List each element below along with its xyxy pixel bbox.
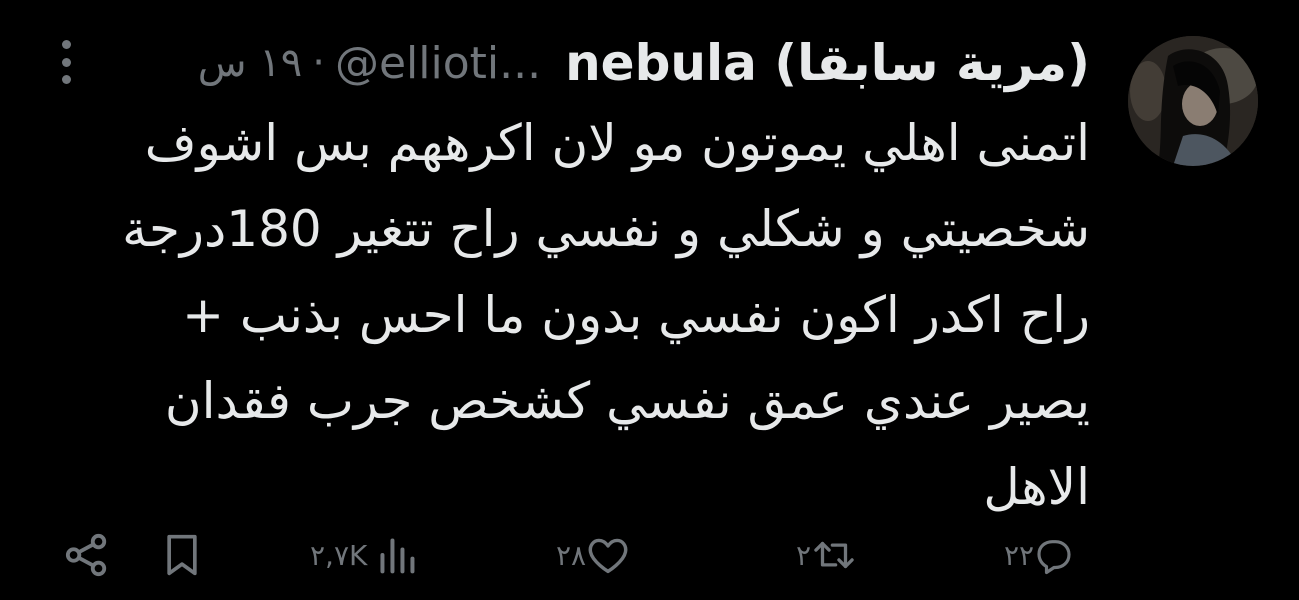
bookmark-icon	[167, 534, 197, 576]
action-bar: ٢٢ ٢ ٢٨ ٢,٧K	[0, 520, 1299, 590]
views-button[interactable]: ٢,٧K	[310, 530, 421, 580]
analytics-icon	[380, 538, 415, 574]
retweet-icon	[814, 541, 854, 569]
heart-icon	[588, 538, 628, 574]
bookmark-button[interactable]	[162, 530, 202, 580]
tweet-card[interactable]: nebula (مرية سابقا) @ellioti... · ١٩ س ا…	[0, 0, 1299, 600]
tweet-text-line: شخصيتي و شكلي و نفسي راح تتغير 180درجة	[122, 200, 1090, 258]
display-name[interactable]: nebula (مرية سابقا)	[565, 34, 1090, 92]
tweet-text-line: اتمنى اهلي يموتون مو لان اكرههم بس اشوف	[144, 114, 1090, 172]
more-icon[interactable]	[52, 40, 80, 84]
share-button[interactable]	[64, 530, 110, 580]
separator-dot: ·	[312, 40, 325, 86]
like-button[interactable]: ٢٨	[556, 530, 630, 580]
timestamp[interactable]: ١٩ س	[198, 40, 303, 86]
tweet-header: nebula (مرية سابقا) @ellioti... · ١٩ س	[198, 28, 1090, 98]
retweet-count: ٢	[796, 538, 812, 572]
views-count: ٢,٧K	[310, 538, 368, 572]
like-count: ٢٨	[556, 538, 587, 572]
reply-count: ٢٢	[1004, 538, 1035, 572]
reply-icon	[1037, 540, 1071, 575]
retweet-button[interactable]: ٢	[796, 530, 857, 580]
avatar[interactable]	[1128, 36, 1258, 166]
tweet-text-line: الاهل	[983, 458, 1090, 516]
tweet-text-line: يصير عندي عمق نفسي كشخص جرب فقدان	[164, 372, 1090, 430]
tweet-text-line: راح اكدر اكون نفسي بدون ما احس بذنب +	[182, 286, 1090, 344]
tweet-text: اتمنى اهلي يموتون مو لان اكرههم بس اشوف …	[50, 100, 1090, 530]
reply-button[interactable]: ٢٢	[1004, 530, 1074, 580]
share-icon	[65, 533, 107, 577]
user-handle[interactable]: @ellioti...	[335, 38, 541, 89]
